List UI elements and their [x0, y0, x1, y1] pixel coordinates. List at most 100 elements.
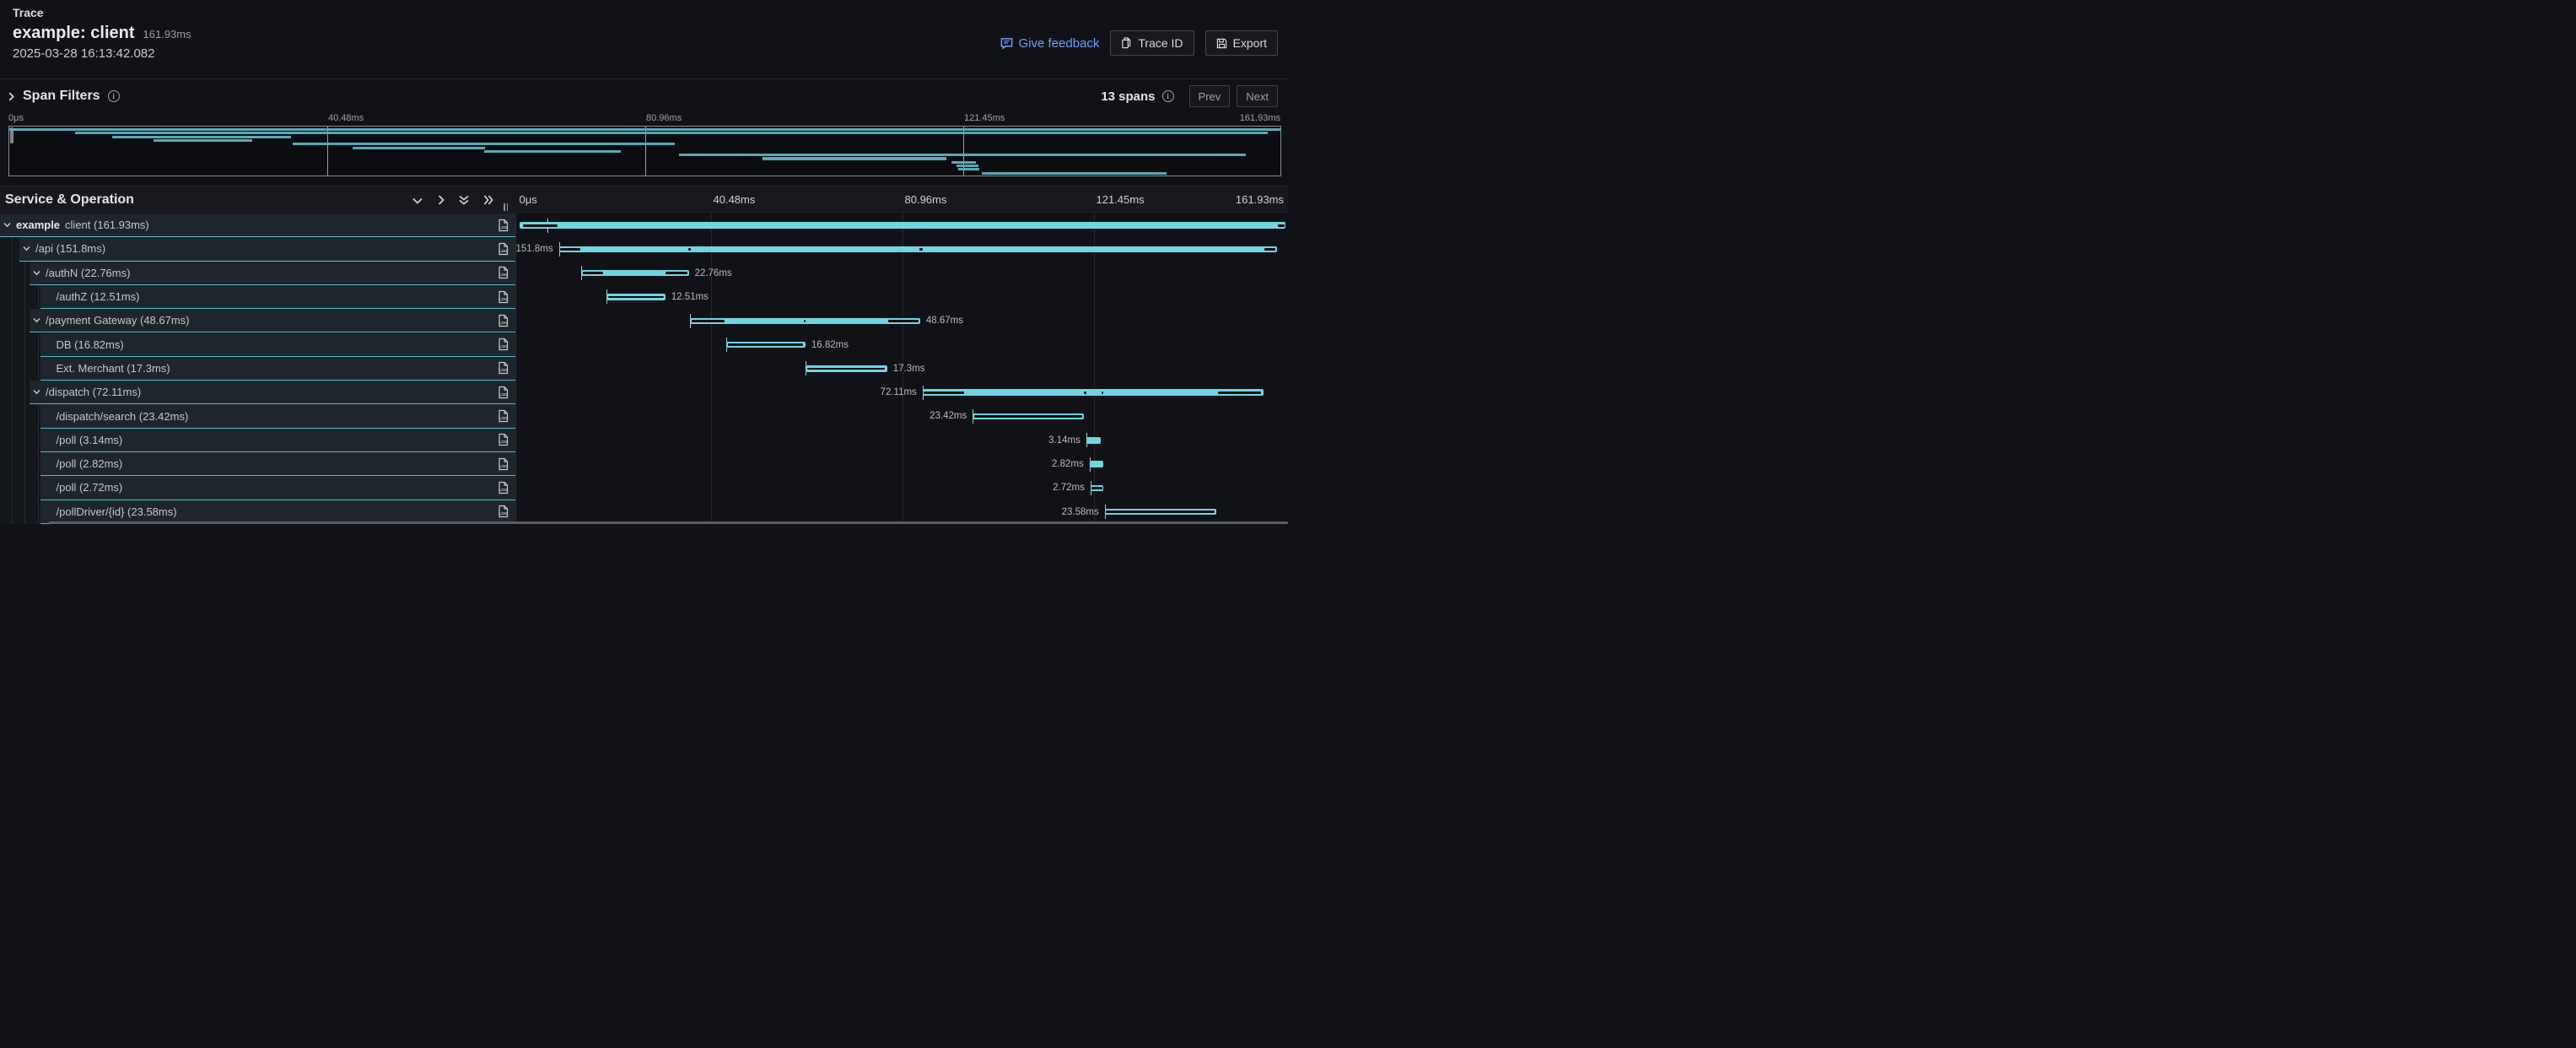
span-bar[interactable] — [1090, 461, 1103, 467]
span-label: Ext. Merchant (17.3ms) — [57, 362, 170, 375]
span-bar[interactable] — [726, 342, 806, 348]
span-bar[interactable] — [690, 318, 920, 325]
log-icon[interactable]: LOG — [498, 386, 509, 399]
log-icon[interactable]: LOG — [498, 505, 509, 518]
span-label: /payment Gateway (48.67ms) — [46, 314, 190, 327]
comment-icon — [1000, 37, 1013, 50]
svg-text:LOG: LOG — [499, 416, 508, 420]
log-icon[interactable]: LOG — [498, 219, 509, 232]
span-bar[interactable] — [606, 294, 666, 300]
span-row[interactable]: /authZ (12.51ms)LOG12.51ms — [0, 285, 1288, 309]
span-bar[interactable] — [1091, 485, 1103, 492]
log-icon[interactable]: LOG — [498, 290, 509, 304]
indent-guide — [24, 357, 25, 381]
log-icon[interactable]: LOG — [498, 361, 509, 375]
span-name-content: /poll (2.72ms)LOG — [40, 476, 516, 500]
log-icon[interactable]: LOG — [498, 242, 509, 256]
span-name-cell: /payment Gateway (48.67ms) LOG — [0, 309, 515, 332]
span-bar[interactable] — [1086, 437, 1102, 444]
log-icon[interactable]: LOG — [498, 266, 509, 279]
span-row[interactable]: /poll (2.82ms)LOG2.82ms — [0, 452, 1288, 476]
log-icon[interactable]: LOG — [498, 481, 509, 494]
span-label: /authZ (12.51ms) — [57, 290, 140, 303]
span-row[interactable]: /dispatch/search (23.42ms)LOG23.42ms — [0, 404, 1288, 428]
column-resize-handle[interactable] — [504, 203, 508, 211]
span-row[interactable]: Ext. Merchant (17.3ms)LOG17.3ms — [0, 357, 1288, 381]
indent-guide — [24, 333, 25, 357]
span-name-content: DB (16.82ms) LOG — [40, 333, 516, 357]
page-title: Trace — [13, 6, 44, 19]
indent-guide — [38, 357, 39, 381]
span-self-time-mark — [1084, 392, 1086, 394]
chevron-down-icon[interactable] — [3, 222, 11, 228]
span-self-time-mark — [692, 320, 725, 322]
indent-guide — [24, 309, 25, 332]
span-bar[interactable] — [520, 222, 1285, 229]
span-filters-title[interactable]: Span Filters — [23, 89, 100, 104]
span-self-time-mark — [523, 224, 558, 227]
indent-guide — [12, 500, 13, 524]
collapse-all-icon[interactable] — [459, 195, 469, 206]
log-icon[interactable]: LOG — [498, 433, 509, 446]
span-row[interactable]: /payment Gateway (48.67ms)LOG48.67ms — [0, 309, 1288, 332]
svg-text:LOG: LOG — [499, 321, 508, 325]
span-bar[interactable] — [973, 413, 1083, 420]
timeline-tick-label: 80.96ms — [905, 193, 947, 206]
span-duration-label: 2.82ms — [1052, 459, 1084, 469]
span-name-content: /payment Gateway (48.67ms) LOG — [30, 309, 515, 332]
span-self-time-mark — [888, 320, 919, 322]
span-row[interactable]: DB (16.82ms)LOG16.82ms — [0, 333, 1288, 357]
info-icon: i — [1162, 90, 1174, 102]
span-name-content: /authN (22.76ms)LOG — [30, 262, 515, 285]
minimap-span-bar — [679, 154, 1246, 156]
span-bar[interactable] — [1105, 509, 1216, 516]
expand-one-icon[interactable] — [437, 195, 445, 205]
span-row[interactable]: /authN (22.76ms)LOG22.76ms — [0, 262, 1288, 285]
span-label: DB (16.82ms) — [57, 338, 124, 351]
chevron-down-icon[interactable] — [33, 389, 40, 395]
next-span-button[interactable]: Next — [1237, 85, 1278, 107]
log-icon[interactable]: LOG — [498, 409, 509, 423]
minimap-span-bar — [293, 143, 675, 145]
trace-id-button[interactable]: Trace ID — [1110, 30, 1194, 56]
span-row[interactable]: /pollDriver/{id} (23.58ms)LOG23.58ms — [0, 500, 1288, 524]
span-name-content: /api (151.8ms)LOG — [19, 237, 515, 261]
trace-minimap[interactable] — [8, 126, 1281, 176]
horizontal-scrollbar[interactable] — [49, 521, 1288, 525]
expand-all-icon[interactable] — [483, 195, 494, 205]
minimap-span-bar — [112, 136, 291, 138]
timeline-tick-label: 0μs — [520, 193, 537, 206]
span-bar[interactable] — [559, 246, 1277, 253]
header-actions: Give feedback Trace ID Export — [1000, 30, 1278, 56]
span-row[interactable]: /api (151.8ms)LOG151.8ms — [0, 237, 1288, 261]
span-row[interactable]: /poll (2.72ms)LOG2.72ms — [0, 476, 1288, 500]
span-self-time-mark — [688, 248, 691, 251]
span-name-cell: /poll (2.72ms)LOG — [0, 476, 515, 500]
chevron-right-icon[interactable] — [8, 92, 15, 101]
span-bar[interactable] — [581, 270, 689, 277]
chevron-down-icon[interactable] — [33, 317, 40, 323]
indent-guide — [24, 262, 25, 285]
span-bar[interactable] — [923, 389, 1264, 396]
minimap-span-bar — [353, 147, 485, 149]
log-icon[interactable]: LOG — [498, 338, 509, 351]
span-name-content: exampleclient (161.93ms)LOG — [0, 213, 515, 237]
span-self-time-mark — [974, 415, 1081, 418]
span-row[interactable]: /poll (3.14ms)LOG3.14ms — [0, 429, 1288, 452]
span-row[interactable]: /dispatch (72.11ms)LOG72.11ms — [0, 381, 1288, 404]
indent-guide — [38, 452, 39, 476]
export-button[interactable]: Export — [1205, 30, 1278, 56]
span-bar[interactable] — [806, 365, 887, 372]
span-row[interactable]: exampleclient (161.93ms)LOG — [0, 213, 1288, 237]
chevron-down-icon[interactable] — [23, 246, 30, 251]
collapse-one-icon[interactable] — [412, 197, 423, 204]
indent-guide — [24, 381, 25, 404]
prev-span-button[interactable]: Prev — [1189, 85, 1231, 107]
chevron-down-icon[interactable] — [33, 270, 40, 276]
give-feedback-link[interactable]: Give feedback — [1000, 36, 1099, 51]
span-self-time-mark — [919, 248, 922, 251]
minimap-span-bar — [957, 165, 978, 167]
log-icon[interactable]: LOG — [498, 314, 509, 327]
table-header: Service & Operation 0μs40.48ms80.96ms121… — [0, 186, 1288, 213]
log-icon[interactable]: LOG — [498, 457, 509, 471]
